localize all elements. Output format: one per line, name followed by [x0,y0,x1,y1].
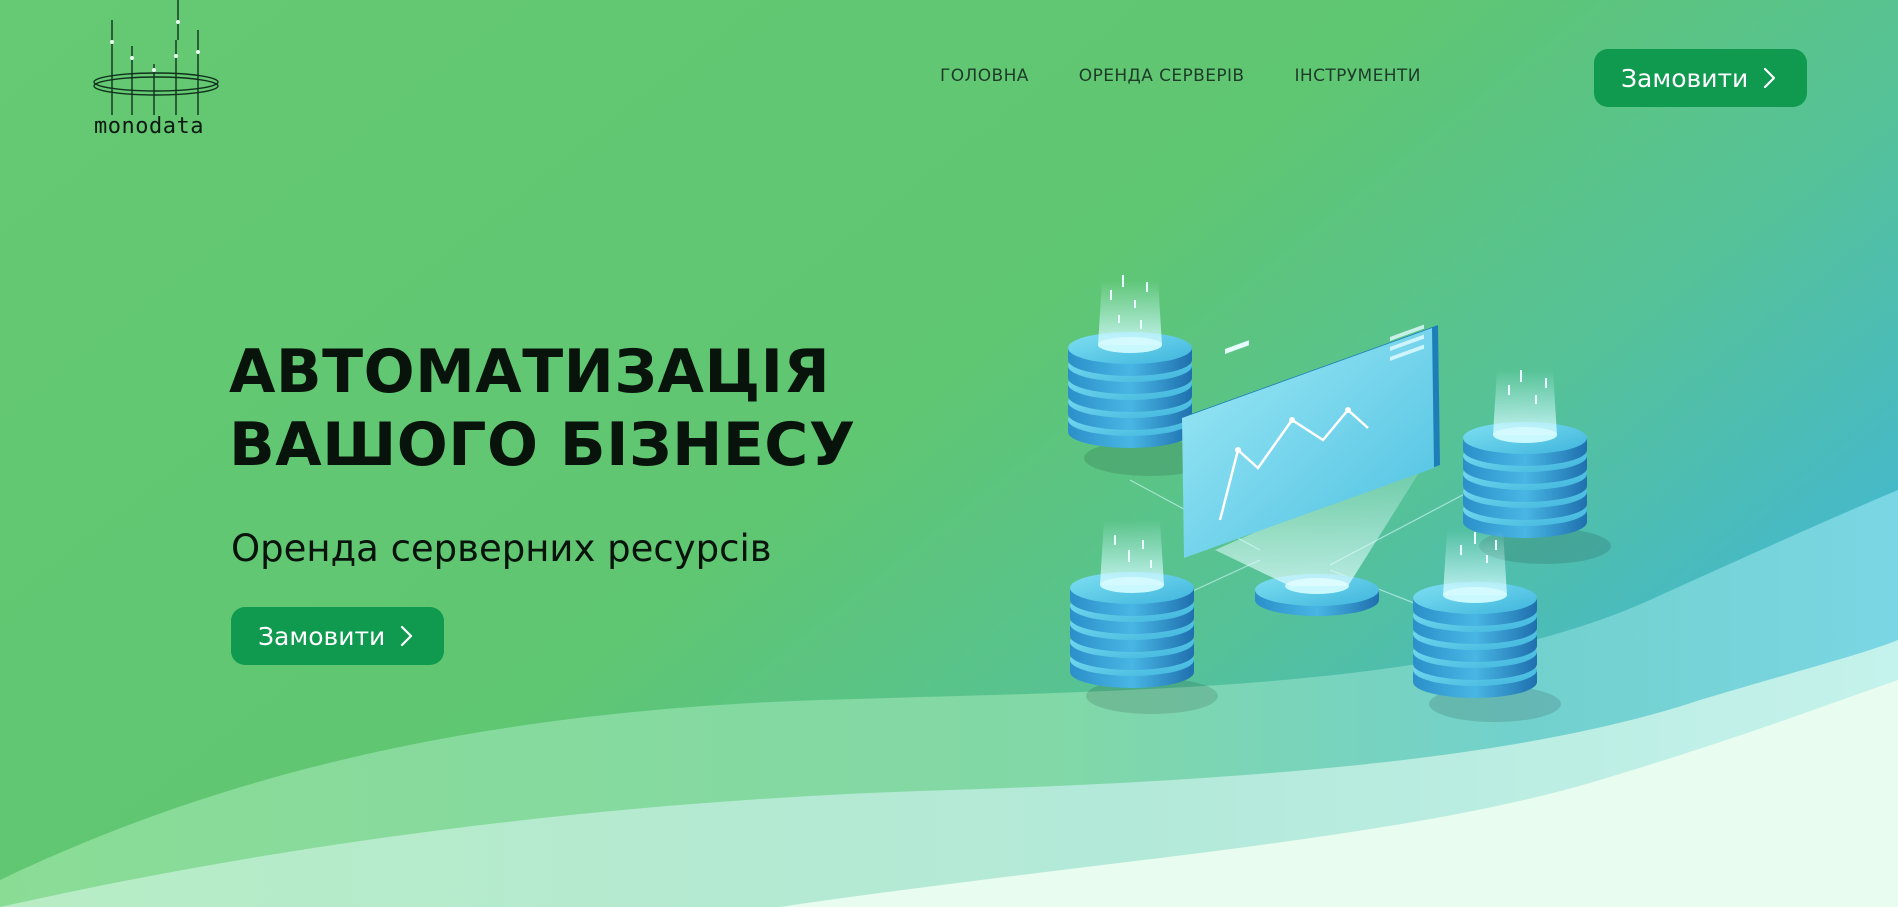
hero-order-button[interactable]: Замовити [231,607,444,665]
chevron-right-icon [1764,67,1776,89]
brand-name: monodata [94,114,204,139]
hero-subtitle: Оренда серверних ресурсів [231,527,772,570]
main-nav: ГОЛОВНА ОРЕНДА СЕРВЕРІВ ІНСТРУМЕНТИ [940,66,1421,86]
hero-title-line-1: АВТОМАТИЗАЦІЯ [229,337,831,407]
hero-order-label: Замовити [258,621,386,651]
chevron-right-icon [401,625,413,647]
nav-item-tools[interactable]: ІНСТРУМЕНТИ [1294,66,1420,86]
header-order-button[interactable]: Замовити [1594,49,1807,107]
logo-bars-icon [93,0,219,115]
nav-item-home[interactable]: ГОЛОВНА [940,66,1029,86]
nav-item-server-rental[interactable]: ОРЕНДА СЕРВЕРІВ [1079,66,1245,86]
hero-title: АВТОМАТИЗАЦІЯ ВАШОГО БІЗНЕСУ [229,336,856,482]
brand-logo[interactable]: monodata [92,0,222,140]
hero-title-line-2: ВАШОГО БІЗНЕСУ [229,410,856,480]
header-order-label: Замовити [1621,63,1749,93]
server-illustration [1068,275,1611,722]
